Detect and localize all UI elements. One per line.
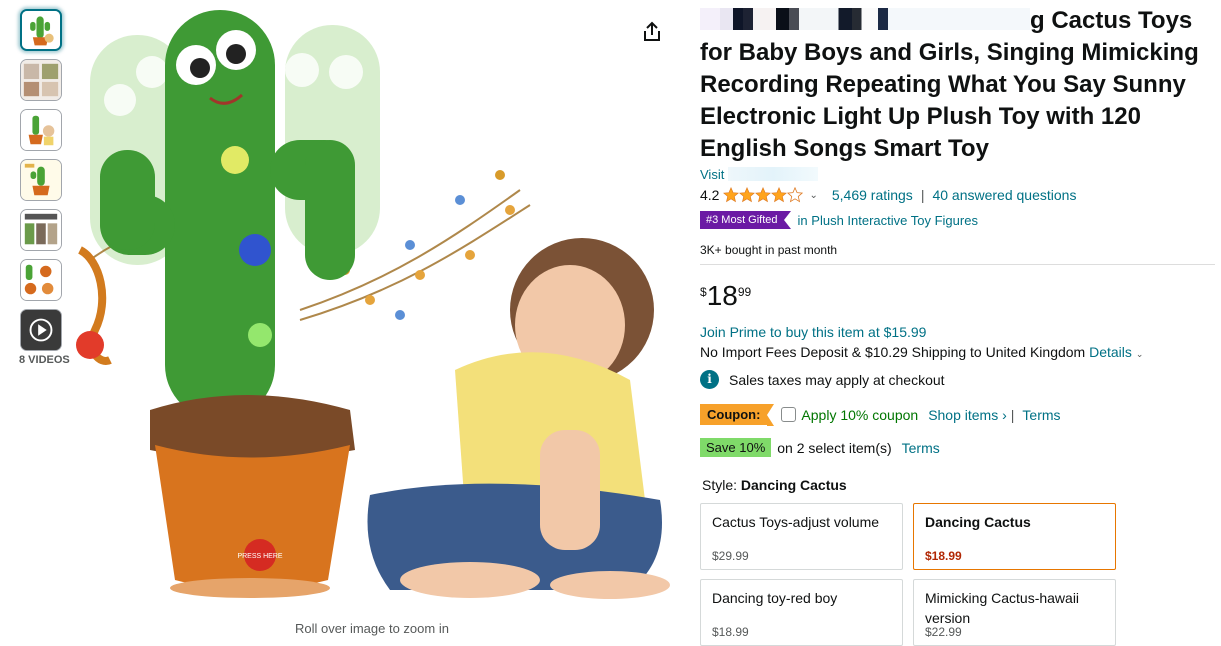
answered-questions-link[interactable]: 40 answered questions <box>932 187 1076 203</box>
price-symbol: $ <box>700 285 707 299</box>
thumbnail-strip <box>20 9 62 359</box>
star-empty-icon <box>787 187 804 203</box>
video-count-label[interactable]: 8 VIDEOS <box>19 354 70 366</box>
press-here-label: PRESS HERE <box>237 553 282 560</box>
divider <box>700 264 1215 265</box>
save-tag: Save 10% <box>700 438 772 457</box>
thumbnail-1[interactable] <box>20 9 62 51</box>
save-row: Save 10% on 2 select item(s) Terms <box>700 438 940 457</box>
coupon-terms-link[interactable]: Terms <box>1022 407 1060 423</box>
redacted-title-prefix <box>700 8 1030 30</box>
thumbnail-5[interactable] <box>20 209 62 251</box>
separator: | <box>1010 406 1015 423</box>
bought-count: 3K+ bought in past month <box>700 243 838 257</box>
save-text: on 2 select item(s) <box>777 439 892 456</box>
coupon-row: Coupon: Apply 10% coupon Shop items › | … <box>700 404 1061 426</box>
shipping-details-link[interactable]: Details <box>1089 344 1132 360</box>
most-gifted-badge[interactable]: #3 Most Gifted <box>700 211 791 229</box>
apply-coupon-label[interactable]: Apply 10% coupon <box>801 407 918 423</box>
prime-offer-link[interactable]: Join Prime to buy this item at $15.99 <box>700 324 926 340</box>
coupon-checkbox[interactable] <box>781 407 797 422</box>
style-option-dancing-cactus[interactable]: Dancing Cactus $18.99 <box>913 503 1116 570</box>
star-full-icon <box>755 187 772 203</box>
share-icon[interactable] <box>640 20 664 44</box>
coupon-tag: Coupon: <box>700 404 775 426</box>
collage-thumb-icon <box>21 210 61 250</box>
dancing-cactus-image: PRESS HERE <box>76 10 670 599</box>
star-full-icon <box>771 187 788 203</box>
cactus-thumb-icon <box>22 11 60 49</box>
thumbnail-3[interactable] <box>20 109 62 151</box>
redacted-store-name <box>727 167 818 181</box>
info-icon[interactable]: i <box>700 370 719 389</box>
style-label: Style: Dancing Cactus <box>702 477 847 493</box>
product-title: g Cactus Toys for Baby Boys and Girls, S… <box>700 7 1199 162</box>
selected-style: Dancing Cactus <box>740 477 847 493</box>
separator: | <box>920 187 925 203</box>
rating-row: 4.2 ⌄ 5,469 ratings | 40 answered questi… <box>700 187 1076 203</box>
star-full-icon <box>723 187 740 203</box>
rating-value: 4.2 <box>700 187 720 203</box>
star-full-icon <box>739 187 756 203</box>
zoom-hint: Roll over image to zoom in <box>295 621 449 636</box>
style-option-red-boy[interactable]: Dancing toy-red boy $18.99 <box>700 579 903 646</box>
price-fraction: 99 <box>737 285 752 299</box>
ratings-count-link[interactable]: 5,469 ratings <box>832 187 913 203</box>
main-product-image[interactable]: PRESS HERE <box>70 0 690 615</box>
save-terms-link[interactable]: Terms <box>902 440 940 456</box>
chevron-down-icon[interactable]: ⌄ <box>809 190 817 201</box>
style-option-hawaii-version[interactable]: Mimicking Cactus-hawaii version $22.99 <box>913 579 1116 646</box>
style-option-adjust-volume[interactable]: Cactus Toys-adjust volume $29.99 <box>700 503 903 570</box>
collage-thumb-icon <box>21 260 61 300</box>
star-rating[interactable] <box>723 187 804 203</box>
thumbnail-2[interactable] <box>20 59 62 101</box>
collage-thumb-icon <box>21 60 61 100</box>
best-seller-row: #3 Most Gifted in Plush Interactive Toy … <box>700 211 978 229</box>
thumbnail-video[interactable] <box>20 309 62 351</box>
store-link[interactable]: Visit <box>700 167 818 182</box>
cactus-thumb-icon <box>21 110 61 150</box>
chevron-down-icon[interactable]: ⌄ <box>1136 349 1144 359</box>
cactus-thumb-icon <box>21 160 61 200</box>
shipping-info: No Import Fees Deposit & $10.29 Shipping… <box>700 344 1144 360</box>
thumbnail-6[interactable] <box>20 259 62 301</box>
price: $ 18 99 <box>700 281 751 311</box>
category-link[interactable]: in Plush Interactive Toy Figures <box>798 213 978 228</box>
tax-notice: i Sales taxes may apply at checkout <box>700 370 945 389</box>
shop-items-link[interactable]: Shop items › <box>928 407 1007 423</box>
thumbnail-4[interactable] <box>20 159 62 201</box>
play-video-icon <box>21 310 61 350</box>
price-whole: 18 <box>706 280 738 311</box>
